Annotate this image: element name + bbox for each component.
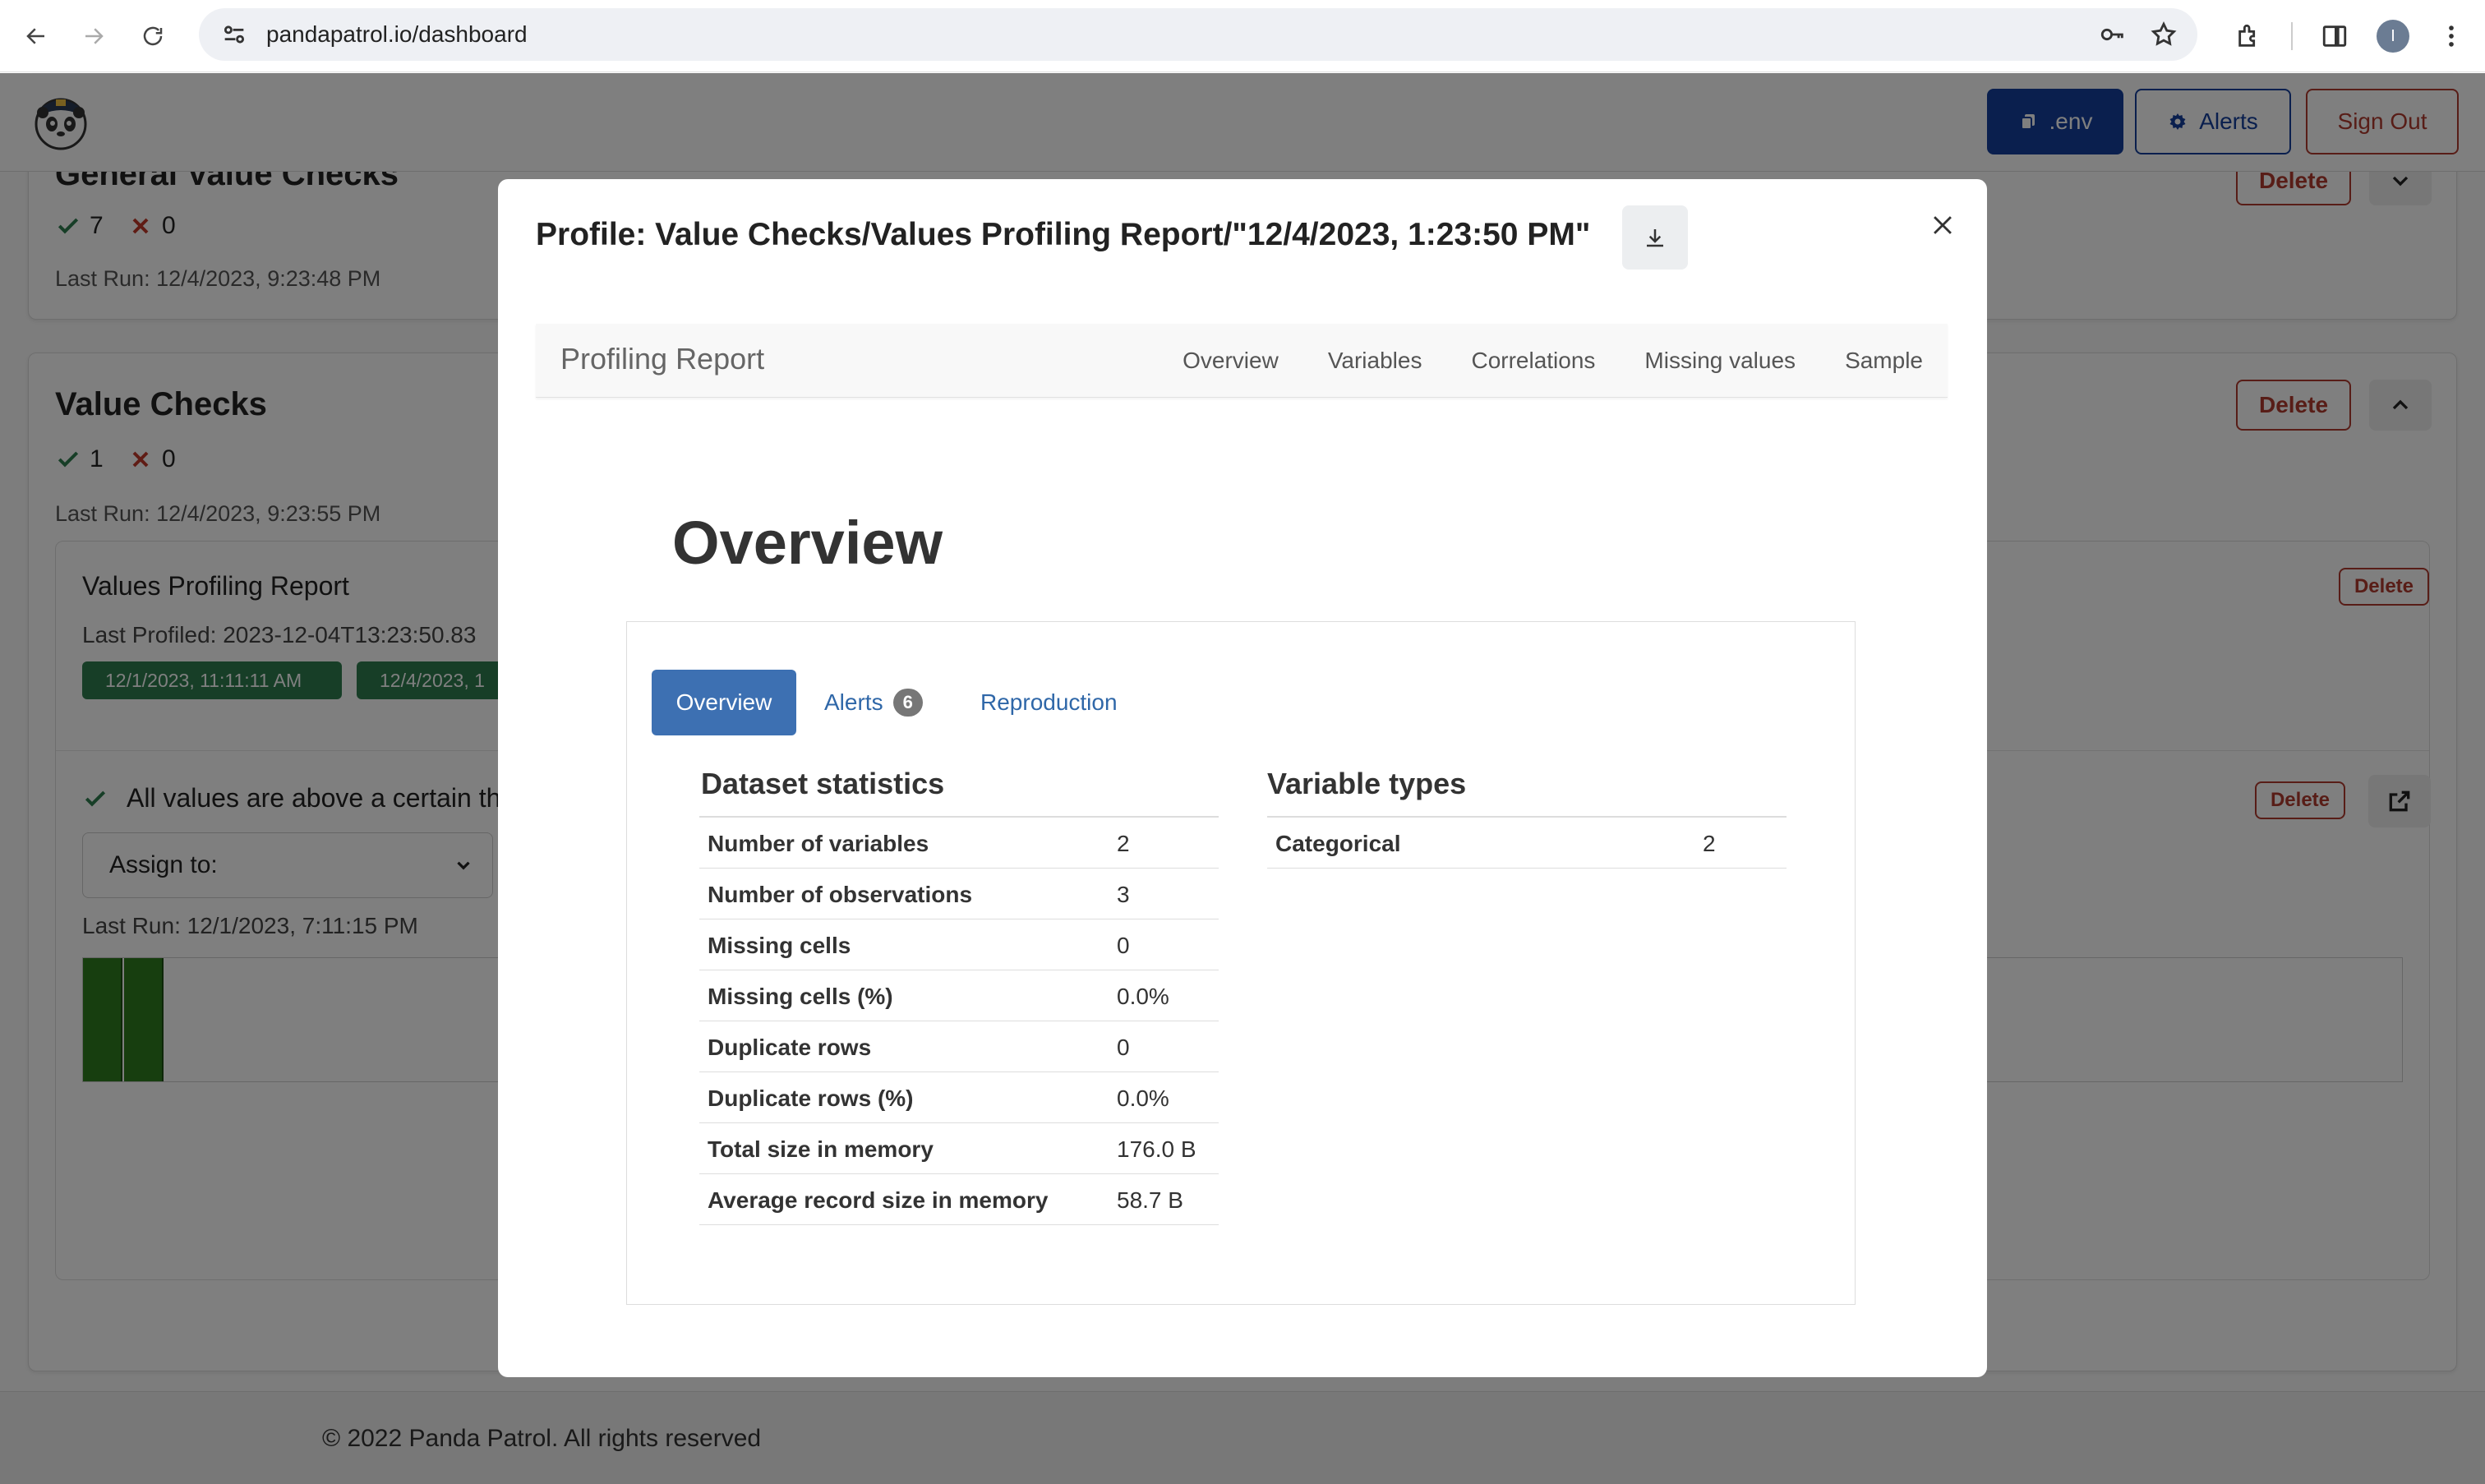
dataset-statistics-table: Number of variables 2 Number of observatio… <box>699 816 1219 1225</box>
toolbar-divider <box>2291 22 2293 50</box>
forward-button[interactable] <box>69 12 118 61</box>
row-value: 2 <box>1703 831 1716 856</box>
row-value: 2 <box>1117 831 1130 856</box>
nav-sample[interactable]: Sample <box>1845 348 1923 374</box>
row-label: Duplicate rows <box>708 1035 872 1060</box>
side-panel-icon[interactable] <box>2321 22 2349 50</box>
overview-heading: Overview <box>672 509 943 577</box>
nav-correlations[interactable]: Correlations <box>1471 348 1595 374</box>
arrow-right-icon <box>85 28 104 44</box>
overview-panel: Overview Alerts 6 Reproduction Dataset s… <box>626 621 1856 1305</box>
row-value: 0 <box>1117 1035 1130 1060</box>
back-button[interactable] <box>12 12 61 61</box>
modal-title: Profile: Value Checks/Values Profiling R… <box>536 217 1591 252</box>
reload-icon <box>143 26 163 46</box>
row-label: Missing cells <box>708 933 851 958</box>
alerts-count-badge: 6 <box>892 689 923 717</box>
table-row: Average record size in memory 58.7 B <box>699 1174 1219 1225</box>
row-label: Number of observations <box>708 882 973 907</box>
arrow-left-icon <box>26 28 44 44</box>
browser-toolbar: pandapatrol.io/dashboard I <box>0 0 2485 72</box>
report-navbar: Profiling Report Overview Variables Corr… <box>536 324 1948 398</box>
download-icon <box>1647 229 1663 247</box>
table-row: Duplicate rows 0 <box>699 1021 1219 1072</box>
key-icon[interactable] <box>2099 21 2127 48</box>
table-row: Missing cells 0 <box>699 919 1219 970</box>
table-row: Number of variables 2 <box>699 818 1219 869</box>
table-row: Missing cells (%) 0.0% <box>699 970 1219 1021</box>
table-row: Total size in memory 176.0 B <box>699 1123 1219 1174</box>
dataset-statistics-title: Dataset statistics <box>701 767 945 800</box>
row-label: Number of variables <box>708 831 929 856</box>
nav-overview[interactable]: Overview <box>1183 348 1279 374</box>
table-row: Categorical 2 <box>1267 818 1787 869</box>
more-vertical-icon[interactable] <box>2437 22 2465 50</box>
row-value: 0.0% <box>1117 984 1169 1009</box>
close-button[interactable] <box>1918 200 1967 250</box>
row-value: 0 <box>1117 933 1130 958</box>
profile-avatar[interactable]: I <box>2377 20 2409 53</box>
table-row: Number of observations 3 <box>699 869 1219 919</box>
tab-overview[interactable]: Overview <box>652 670 796 735</box>
reload-button[interactable] <box>128 12 178 61</box>
table-row: Duplicate rows (%) 0.0% <box>699 1072 1219 1123</box>
close-icon <box>1934 216 1952 234</box>
row-value: 58.7 B <box>1117 1187 1183 1213</box>
row-label: Missing cells (%) <box>708 984 893 1009</box>
download-button[interactable] <box>1622 205 1688 270</box>
site-settings-icon[interactable] <box>220 21 248 48</box>
report-brand[interactable]: Profiling Report <box>560 342 764 376</box>
row-label: Average record size in memory <box>708 1187 1049 1213</box>
variable-types-title: Variable types <box>1267 767 1467 800</box>
extensions-icon[interactable] <box>2235 22 2263 50</box>
nav-missing-values[interactable]: Missing values <box>1644 348 1796 374</box>
row-value: 0.0% <box>1117 1085 1169 1111</box>
url-text: pandapatrol.io/dashboard <box>266 21 528 47</box>
row-label: Duplicate rows (%) <box>708 1085 914 1111</box>
row-label: Categorical <box>1275 831 1401 856</box>
variable-types-table: Categorical 2 <box>1267 816 1787 869</box>
nav-variables[interactable]: Variables <box>1328 348 1422 374</box>
tab-reproduction[interactable]: Reproduction <box>980 670 1118 735</box>
row-value: 3 <box>1117 882 1130 907</box>
address-bar[interactable]: pandapatrol.io/dashboard <box>199 8 2197 61</box>
row-value: 176.0 B <box>1117 1136 1196 1162</box>
star-icon[interactable] <box>2150 21 2178 48</box>
tab-alerts[interactable]: Alerts 6 <box>824 670 923 735</box>
row-label: Total size in memory <box>708 1136 934 1162</box>
profile-modal: Profile: Value Checks/Values Profiling R… <box>498 179 1987 1377</box>
